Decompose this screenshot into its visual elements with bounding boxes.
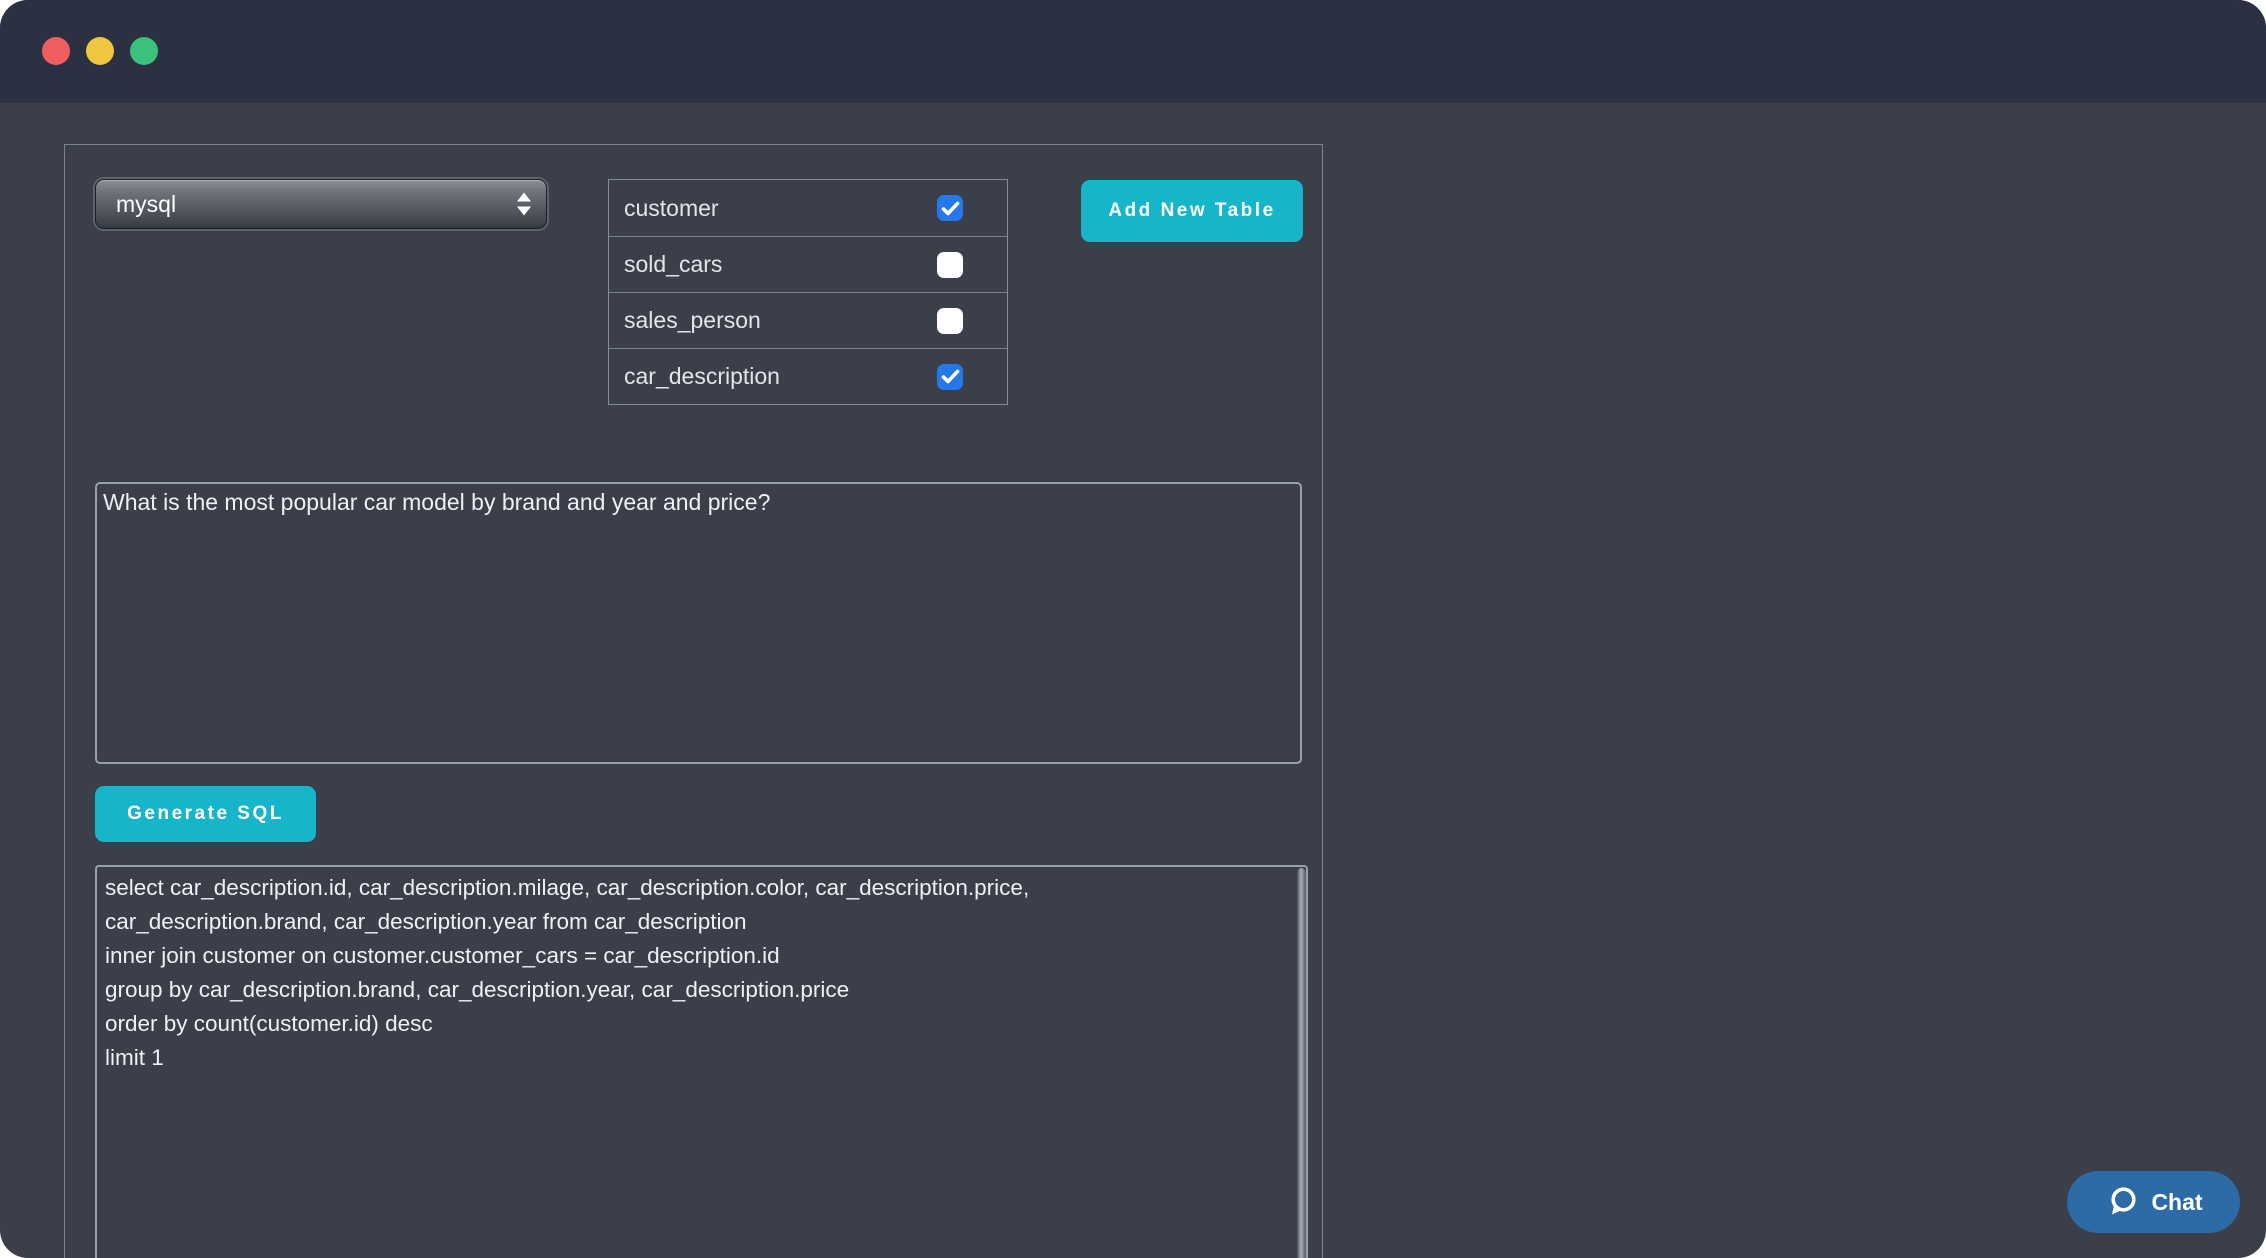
chat-label: Chat: [2151, 1189, 2202, 1216]
table-row: customer: [609, 180, 1007, 236]
database-select-value: mysql: [116, 191, 176, 218]
table-checkbox[interactable]: [937, 252, 963, 278]
select-updown-icon: [517, 193, 531, 216]
table-checkbox[interactable]: [937, 195, 963, 221]
titlebar: [0, 0, 2266, 103]
question-input[interactable]: What is the most popular car model by br…: [95, 482, 1302, 764]
table-name-label: sold_cars: [624, 251, 722, 278]
tables-list: customer sold_cars sales_person car_descrip…: [608, 179, 1008, 405]
table-row: sales_person: [609, 292, 1007, 348]
table-row: sold_cars: [609, 236, 1007, 292]
minimize-button[interactable]: [86, 37, 114, 65]
query-panel: mysql customer sold_cars sales_person car_d…: [64, 144, 1323, 1258]
sql-output[interactable]: select car_description.id, car_descripti…: [95, 865, 1308, 1258]
main-content: mysql customer sold_cars sales_person car_d…: [0, 103, 2266, 1258]
table-name-label: customer: [624, 195, 719, 222]
add-new-table-button[interactable]: Add New Table: [1081, 180, 1303, 242]
chat-button[interactable]: Chat: [2067, 1171, 2240, 1233]
table-checkbox[interactable]: [937, 364, 963, 390]
app-window: mysql customer sold_cars sales_person car_d…: [0, 0, 2266, 1258]
table-name-label: car_description: [624, 363, 780, 390]
database-select[interactable]: mysql: [95, 179, 547, 229]
table-row: car_description: [609, 348, 1007, 404]
generate-sql-button[interactable]: Generate SQL: [95, 786, 316, 842]
zoom-button[interactable]: [130, 37, 158, 65]
table-checkbox[interactable]: [937, 308, 963, 334]
sql-output-container: select car_description.id, car_descripti…: [95, 865, 1308, 1258]
table-name-label: sales_person: [624, 307, 761, 334]
sql-scrollbar[interactable]: [1297, 868, 1306, 1258]
chat-bubble-icon: [2104, 1184, 2140, 1220]
close-button[interactable]: [42, 37, 70, 65]
